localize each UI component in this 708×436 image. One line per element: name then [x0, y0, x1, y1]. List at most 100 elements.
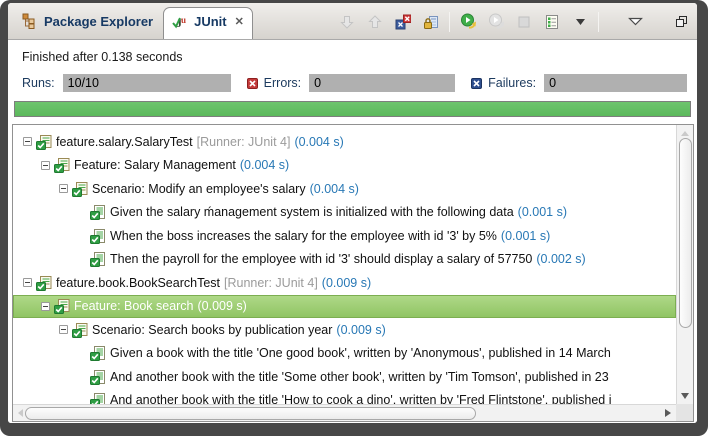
tree-row-label: When the boss increases the salary for t… — [110, 229, 497, 243]
runs-value: 10/10 — [63, 74, 231, 92]
tree-row[interactable]: And another book with the title 'Some ot… — [13, 365, 676, 389]
scroll-right-icon[interactable] — [665, 409, 671, 417]
close-icon[interactable]: ✕ — [235, 15, 244, 28]
progress-bar — [14, 101, 691, 117]
tree-row[interactable]: Feature: Salary Management (0.004 s) — [13, 154, 676, 178]
junit-view-window: Package Explorer J u JUnit ✕ — [0, 0, 708, 436]
tree-row[interactable]: When the boss increases the salary for t… — [13, 224, 676, 248]
junit-icon: J u — [172, 14, 188, 30]
tree-row-time: (0.004 s) — [240, 158, 289, 172]
tree-row-label: Given a book with the title 'One good bo… — [110, 346, 611, 360]
tree-rows: feature.salary.SalaryTest [Runner: JUnit… — [13, 125, 676, 404]
toolbar-separator — [598, 12, 599, 32]
vertical-scroll-thumb[interactable] — [679, 138, 692, 328]
tree-row[interactable]: Scenario: Modify an employee's salary (0… — [13, 177, 676, 201]
previous-failure-icon[interactable] — [365, 12, 385, 32]
tree-row-runner: [Runner: JUnit 4] — [197, 135, 291, 149]
tab-junit[interactable]: J u JUnit ✕ — [163, 7, 253, 39]
view-menu-icon[interactable] — [625, 12, 645, 32]
svg-text:u: u — [181, 15, 186, 25]
scroll-left-icon[interactable] — [18, 409, 23, 417]
counter-bar: Runs: 10/10 Errors: 0 — [22, 74, 687, 92]
tab-bar: Package Explorer J u JUnit ✕ — [8, 3, 697, 40]
window-content: Package Explorer J u JUnit ✕ — [8, 3, 697, 423]
tab-package-explorer[interactable]: Package Explorer — [12, 3, 163, 39]
toolbar-separator — [449, 12, 450, 32]
tree-row-label: feature.salary.SalaryTest — [56, 135, 193, 149]
package-explorer-icon — [22, 13, 38, 29]
tree-row[interactable]: Given a book with the title 'One good bo… — [13, 342, 676, 366]
rerun-failures-first-icon[interactable] — [486, 12, 506, 32]
next-failure-icon[interactable] — [337, 12, 357, 32]
test-status-icon — [72, 181, 88, 197]
horizontal-scrollbar[interactable] — [13, 404, 676, 421]
test-status-icon — [90, 369, 106, 385]
test-status-icon — [36, 275, 52, 291]
window-frame: Package Explorer J u JUnit ✕ — [0, 0, 708, 436]
progress-fill — [15, 102, 690, 116]
tree-row[interactable]: feature.book.BookSearchTest [Runner: JUn… — [13, 271, 676, 295]
history-dropdown-icon[interactable] — [570, 12, 590, 32]
tree-row-label: Then the payroll for the employee with i… — [110, 252, 532, 266]
tree-row-time: (0.009 s) — [336, 323, 385, 337]
tree-row[interactable]: Given the salary ḿanagement system is in… — [13, 201, 676, 225]
tree-row-label: feature.book.BookSearchTest — [56, 276, 220, 290]
scroll-down-icon[interactable] — [681, 393, 689, 399]
tree-row-label: Scenario: Modify an employee's salary — [92, 182, 306, 196]
view-toolbar — [337, 3, 691, 40]
scroll-up-icon[interactable] — [681, 131, 689, 136]
scroll-lock-icon[interactable] — [421, 12, 441, 32]
rerun-test-icon[interactable] — [458, 12, 478, 32]
tree-row-time: (0.001 s) — [501, 229, 550, 243]
failure-icon — [471, 78, 482, 89]
horizontal-scroll-thumb[interactable] — [25, 407, 476, 420]
junit-view-body: Finished after 0.138 seconds Runs: 10/10… — [8, 40, 697, 423]
tree-row-label: Given the salary ḿanagement system is in… — [110, 205, 514, 219]
tree-row[interactable]: Feature: Book search (0.009 s) — [13, 295, 676, 319]
tree-row-runner: [Runner: JUnit 4] — [224, 276, 318, 290]
show-failures-only-icon[interactable] — [393, 12, 413, 32]
test-run-history-icon[interactable] — [542, 12, 562, 32]
tree-row[interactable]: feature.salary.SalaryTest [Runner: JUnit… — [13, 130, 676, 154]
expander-icon[interactable] — [23, 278, 32, 287]
expander-icon[interactable] — [41, 302, 50, 311]
test-status-icon — [90, 251, 106, 267]
failures-label: Failures: — [488, 76, 536, 90]
expander-icon[interactable] — [59, 325, 68, 334]
tree-row[interactable]: Then the payroll for the employee with i… — [13, 248, 676, 272]
errors-label: Errors: — [264, 76, 302, 90]
expander-icon[interactable] — [23, 137, 32, 146]
test-status-icon — [90, 204, 106, 220]
tree-row-time: (0.009 s) — [322, 276, 371, 290]
tree-row-label: And another book with the title 'How to … — [110, 393, 611, 404]
tree-row[interactable]: And another book with the title 'How to … — [13, 389, 676, 405]
test-status-icon — [54, 157, 70, 173]
test-status-icon — [72, 322, 88, 338]
expander-icon[interactable] — [41, 161, 50, 170]
test-status-icon — [90, 392, 106, 404]
stop-test-run-icon[interactable] — [514, 12, 534, 32]
vertical-scrollbar[interactable] — [676, 125, 693, 404]
tree-row-time: (0.004 s) — [310, 182, 359, 196]
errors-value: 0 — [309, 74, 455, 92]
tree-row-time: (0.001 s) — [518, 205, 567, 219]
tree-row-label: Feature: Book search — [74, 299, 194, 313]
tab-label: Package Explorer — [44, 14, 153, 29]
failures-value: 0 — [544, 74, 687, 92]
status-line: Finished after 0.138 seconds — [22, 50, 694, 64]
tree-row-label: Scenario: Search books by publication ye… — [92, 323, 332, 337]
tree-row[interactable]: Scenario: Search books by publication ye… — [13, 318, 676, 342]
scrollbar-corner — [676, 404, 693, 421]
test-status-icon — [54, 298, 70, 314]
test-status-icon — [90, 228, 106, 244]
tab-label: JUnit — [194, 14, 227, 29]
expander-icon[interactable] — [59, 184, 68, 193]
test-results-tree: feature.salary.SalaryTest [Runner: JUnit… — [12, 124, 694, 422]
test-status-icon — [90, 345, 106, 361]
tree-row-label: Feature: Salary Management — [74, 158, 236, 172]
runs-label: Runs: — [22, 76, 55, 90]
tree-row-label: And another book with the title 'Some ot… — [110, 370, 609, 384]
restore-view-icon[interactable] — [671, 12, 691, 32]
error-icon — [247, 78, 258, 89]
test-status-icon — [36, 134, 52, 150]
